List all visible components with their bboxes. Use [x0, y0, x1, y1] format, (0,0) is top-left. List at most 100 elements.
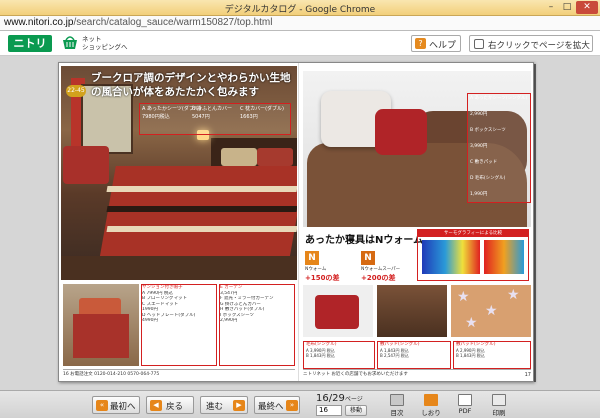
zoom-hint-button[interactable]: 右クリックでページを拡大	[469, 35, 593, 52]
catalog-spread[interactable]: 22-45 ブークロア調のデザインとやわらかい生地の風合いが体をあたたかく包みま…	[58, 62, 534, 382]
spec-line: B 2,547円 税込	[380, 353, 409, 358]
prev-page-button[interactable]: ◀ 戻る	[146, 396, 194, 414]
page-number-input[interactable]: 16	[316, 405, 342, 416]
print-label: 印刷	[492, 409, 506, 417]
right-page[interactable]: A あったかシーツ(シングル) 2,990円 B ボックスシーツ 3,990円 …	[298, 63, 533, 381]
toc-label: 目次	[390, 409, 404, 417]
spec-block[interactable]: 毛布(シングル) A 3,990円 税込 B 1,843円 税込	[303, 341, 375, 369]
blanket	[315, 295, 359, 329]
nitori-logo[interactable]: ニトリ	[8, 35, 52, 52]
spec-block[interactable]: 敷パッド(シングル) A 2,990円 税込 B 1,843円 税込	[453, 341, 531, 369]
help-label: ヘルプ	[429, 41, 457, 51]
arrow-left-icon: ◀	[150, 400, 162, 411]
price-row: 1,990円	[470, 192, 488, 197]
pdf-button[interactable]: PDF	[452, 394, 478, 417]
thermography-image	[422, 240, 480, 274]
pillow	[375, 109, 427, 155]
close-button[interactable]: ✕	[576, 1, 598, 14]
right-page-footer: ニトリネット お近くの店舗でもお求めいただけます 17	[303, 369, 531, 379]
spec-item: 4990円	[142, 318, 158, 323]
price-row: A あったかシーツ(シングル)	[470, 96, 528, 101]
price-row: B ボックスシーツ	[470, 128, 506, 133]
double-arrow-right-icon: »	[286, 400, 298, 411]
url-text[interactable]: www.nitori.co.jp/search/catalog_sauce/wa…	[4, 17, 272, 28]
left-page[interactable]: 22-45 ブークロア調のデザインとやわらかい生地の風合いが体をあたたかく包みま…	[59, 63, 298, 381]
net-shopping-line1: ネット	[82, 35, 102, 43]
prev-page-label: 戻る	[166, 402, 184, 412]
pdf-label: PDF	[458, 407, 472, 415]
last-page-button[interactable]: 最終へ »	[254, 396, 300, 414]
price-row: B 掛ふとんカバー	[192, 106, 233, 112]
page-number: 17	[524, 372, 531, 378]
url-host: www.nitori.co.jp	[4, 17, 74, 28]
zoom-hint-label: 右クリックでページを拡大	[488, 41, 590, 51]
nwarm-badge: N	[361, 251, 375, 265]
spec-line: B 1,843円 税込	[456, 353, 485, 358]
thermography-title: サーモグラフィーによる比較	[418, 230, 528, 237]
price-row: C 敷きパッド	[470, 160, 498, 165]
catalog-viewer: 22-45 ブークロア調のデザインとやわらかい生地の風合いが体をあたたかく包みま…	[0, 56, 600, 390]
star-icon: ★	[465, 315, 478, 331]
pillow	[221, 148, 257, 166]
nwarm-text: Nウォーム	[305, 267, 327, 272]
footer-text: 16 お電話注文 0120-014-210 0570-064-775	[63, 372, 160, 377]
star-icon: ★	[485, 303, 498, 319]
double-arrow-left-icon: «	[96, 400, 108, 411]
nwarm-badge: N	[305, 251, 319, 265]
first-page-button[interactable]: « 最初へ	[92, 396, 140, 414]
page-unit: ページ	[344, 396, 363, 403]
window-title: デジタルカタログ - Google Chrome	[224, 5, 376, 15]
bookmark-icon	[424, 394, 438, 406]
price-callout[interactable]: A あったかシーツ(ダブル) B 掛ふとんカバー C 枕カバー(ダブル) 798…	[139, 103, 291, 135]
shopping-basket-icon[interactable]	[62, 36, 78, 50]
toc-button[interactable]: 目次	[384, 394, 410, 417]
thermography-panel[interactable]: サーモグラフィーによる比較	[417, 229, 529, 281]
star-icon: ★	[457, 289, 470, 305]
pad-tile	[377, 285, 447, 337]
next-page-label: 進む	[206, 402, 224, 412]
spec-column[interactable]: ヤンション付き帽子 A 7990円 税込 B フローリングマット C スエードマ…	[141, 284, 217, 366]
spec-item: ヤンション付き帽子	[142, 285, 183, 290]
sofa	[63, 146, 109, 184]
bed-stripe	[106, 206, 297, 212]
maximize-button[interactable]: □	[560, 1, 574, 14]
page-current: 16/29	[316, 393, 345, 404]
net-shopping-line2: ショッピングへ	[82, 43, 128, 51]
nwarm-text: Nウォームスーパー	[361, 267, 401, 272]
url-path: /search/catalog_sauce/warm150827/top.htm…	[73, 17, 273, 28]
help-button[interactable]: ? ヘルプ	[411, 35, 461, 52]
price-row: 5047円	[192, 114, 210, 120]
next-page-button[interactable]: 進む ▶	[200, 396, 248, 414]
price-callout[interactable]: A あったかシーツ(シングル) 2,990円 B ボックスシーツ 3,990円 …	[467, 93, 531, 203]
bookmark-label: しおり	[421, 409, 441, 417]
page-headline: ブークロア調のデザインとやわらかい生地の風合いが体をあたたかく包みます	[91, 72, 291, 98]
bookmark-button[interactable]: しおり	[418, 394, 444, 417]
blanket	[73, 314, 129, 358]
price-row: 1663円	[240, 114, 258, 120]
title-bar: デジタルカタログ - Google Chrome – □ ✕	[0, 0, 600, 16]
site-header: ニトリ ネット ショッピングへ ? ヘルプ 右クリックでページを拡大	[0, 31, 600, 56]
question-icon: ?	[415, 38, 426, 49]
go-button[interactable]: 移動	[345, 405, 367, 416]
arrow-right-icon: ▶	[233, 400, 245, 411]
spec-column[interactable]: E カーテン 3,547円 F 遮光・ミラー付カーテン G 掛けふとんカバー H…	[219, 284, 295, 366]
thermography-image	[484, 240, 524, 274]
print-button[interactable]: 印刷	[486, 394, 512, 417]
list-icon	[390, 394, 404, 406]
address-bar[interactable]: www.nitori.co.jp/search/catalog_sauce/wa…	[0, 16, 600, 31]
spec-block[interactable]: 敷パッド(シングル) A 1,843円 税込 B 2,547円 税込	[377, 341, 451, 369]
spec-item: E カーテン	[220, 285, 243, 290]
last-page-label: 最終へ	[258, 402, 284, 412]
minimize-button[interactable]: –	[544, 1, 558, 14]
price-row: 3,990円	[470, 144, 488, 149]
bottom-toolbar: « 最初へ ◀ 戻る 進む ▶ 最終へ » 16/29ページ 16 移動 目次 …	[0, 390, 600, 418]
net-shopping-link[interactable]: ネット ショッピングへ	[82, 35, 128, 51]
printer-icon	[492, 394, 506, 406]
star-pattern-tile: ★ ★ ★ ★	[451, 285, 531, 337]
price-row: 2,990円	[470, 112, 488, 117]
spec-line: B 1,843円 税込	[306, 353, 335, 358]
bed-stripe	[106, 226, 297, 232]
price-row: 7980円税込	[142, 114, 170, 120]
pillow	[257, 148, 293, 166]
star-icon: ★	[507, 287, 520, 303]
